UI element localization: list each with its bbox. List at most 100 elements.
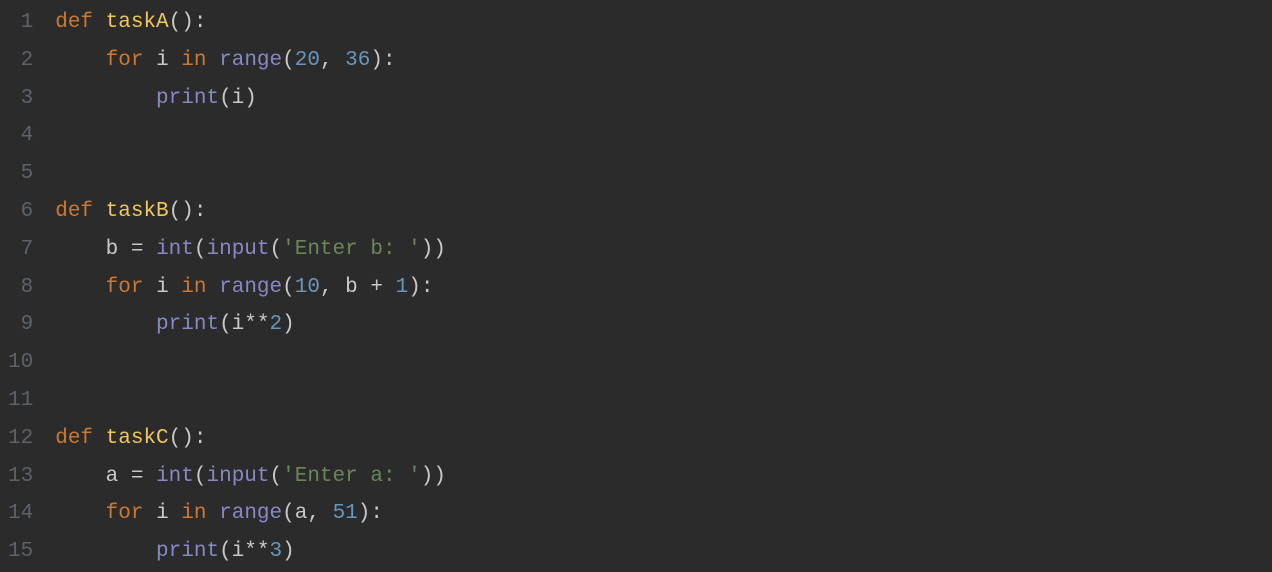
code-editor[interactable]: 123456789101112131415 def taskA(): for i… <box>0 0 1272 572</box>
token-kw: in <box>181 502 206 525</box>
line-number: 14 <box>8 495 33 533</box>
token-bi: int <box>156 238 194 261</box>
token-op: + <box>370 276 383 299</box>
token-p: ( <box>282 276 295 299</box>
line-number: 7 <box>8 231 33 269</box>
token-str: 'Enter a: ' <box>282 465 421 488</box>
token-kw: def <box>55 11 93 34</box>
line-number: 6 <box>8 193 33 231</box>
token-id: i <box>156 49 169 72</box>
token-bi: range <box>219 502 282 525</box>
token-p: , <box>307 502 332 525</box>
code-line[interactable]: a = int(input('Enter a: ')) <box>55 458 1272 496</box>
line-number: 3 <box>8 80 33 118</box>
token-num: 36 <box>345 49 370 72</box>
token-op: = <box>131 238 144 261</box>
code-line[interactable]: def taskB(): <box>55 193 1272 231</box>
token-num: 3 <box>270 540 283 563</box>
code-line[interactable] <box>55 344 1272 382</box>
token-p: )) <box>421 238 446 261</box>
token-p <box>143 49 156 72</box>
token-p: ) <box>282 313 295 336</box>
token-p: ): <box>358 502 383 525</box>
code-line[interactable]: for i in range(a, 51): <box>55 495 1272 533</box>
token-p <box>143 238 156 261</box>
code-line[interactable]: print(i**2) <box>55 306 1272 344</box>
token-bi: int <box>156 465 194 488</box>
token-op: ** <box>244 540 269 563</box>
code-line[interactable] <box>55 382 1272 420</box>
token-bi: input <box>207 465 270 488</box>
token-p: ( <box>270 465 283 488</box>
token-id: b <box>345 276 358 299</box>
token-p: ( <box>282 502 295 525</box>
code-line[interactable] <box>55 117 1272 155</box>
token-p <box>358 276 371 299</box>
line-number-gutter: 123456789101112131415 <box>0 0 47 572</box>
token-p <box>207 502 220 525</box>
token-p: ) <box>244 87 257 110</box>
token-p <box>169 49 182 72</box>
token-p <box>207 49 220 72</box>
token-op: ** <box>244 313 269 336</box>
token-p: (): <box>169 200 207 223</box>
code-line[interactable]: b = int(input('Enter b: ')) <box>55 231 1272 269</box>
token-num: 1 <box>396 276 409 299</box>
token-p <box>93 427 106 450</box>
token-p: ( <box>219 313 232 336</box>
token-p: ( <box>194 465 207 488</box>
token-p <box>118 465 131 488</box>
token-str: 'Enter b: ' <box>282 238 421 261</box>
line-number: 13 <box>8 458 33 496</box>
token-p <box>383 276 396 299</box>
token-p <box>93 200 106 223</box>
token-p: ( <box>270 238 283 261</box>
token-p: (): <box>169 427 207 450</box>
line-number: 15 <box>8 533 33 571</box>
token-kw: for <box>106 49 144 72</box>
token-id: i <box>156 276 169 299</box>
code-line[interactable]: for i in range(20, 36): <box>55 42 1272 80</box>
line-number: 5 <box>8 155 33 193</box>
token-p: ( <box>219 540 232 563</box>
code-line[interactable]: print(i**3) <box>55 533 1272 571</box>
token-id: i <box>232 540 245 563</box>
token-fn: taskC <box>106 427 169 450</box>
token-num: 10 <box>295 276 320 299</box>
token-bi: print <box>156 313 219 336</box>
code-line[interactable]: def taskA(): <box>55 4 1272 42</box>
token-op: = <box>131 465 144 488</box>
line-number: 2 <box>8 42 33 80</box>
token-kw: def <box>55 200 93 223</box>
code-line[interactable]: for i in range(10, b + 1): <box>55 269 1272 307</box>
token-p <box>143 465 156 488</box>
token-p: ( <box>282 49 295 72</box>
token-p: , <box>320 276 345 299</box>
token-p <box>143 276 156 299</box>
token-bi: print <box>156 540 219 563</box>
token-p: ): <box>370 49 395 72</box>
token-p <box>207 276 220 299</box>
line-number: 1 <box>8 4 33 42</box>
token-bi: range <box>219 276 282 299</box>
token-id: i <box>232 87 245 110</box>
code-line[interactable] <box>55 155 1272 193</box>
token-p: )) <box>421 465 446 488</box>
token-kw: def <box>55 427 93 450</box>
token-bi: input <box>207 238 270 261</box>
line-number: 12 <box>8 420 33 458</box>
line-number: 10 <box>8 344 33 382</box>
line-number: 4 <box>8 117 33 155</box>
token-kw: for <box>106 276 144 299</box>
token-p: (): <box>169 11 207 34</box>
code-line[interactable]: print(i) <box>55 80 1272 118</box>
code-area[interactable]: def taskA(): for i in range(20, 36): pri… <box>47 0 1272 572</box>
token-p <box>118 238 131 261</box>
line-number: 8 <box>8 269 33 307</box>
token-id: i <box>232 313 245 336</box>
token-p <box>93 11 106 34</box>
token-num: 20 <box>295 49 320 72</box>
code-line[interactable]: def taskC(): <box>55 420 1272 458</box>
line-number: 11 <box>8 382 33 420</box>
token-num: 51 <box>333 502 358 525</box>
